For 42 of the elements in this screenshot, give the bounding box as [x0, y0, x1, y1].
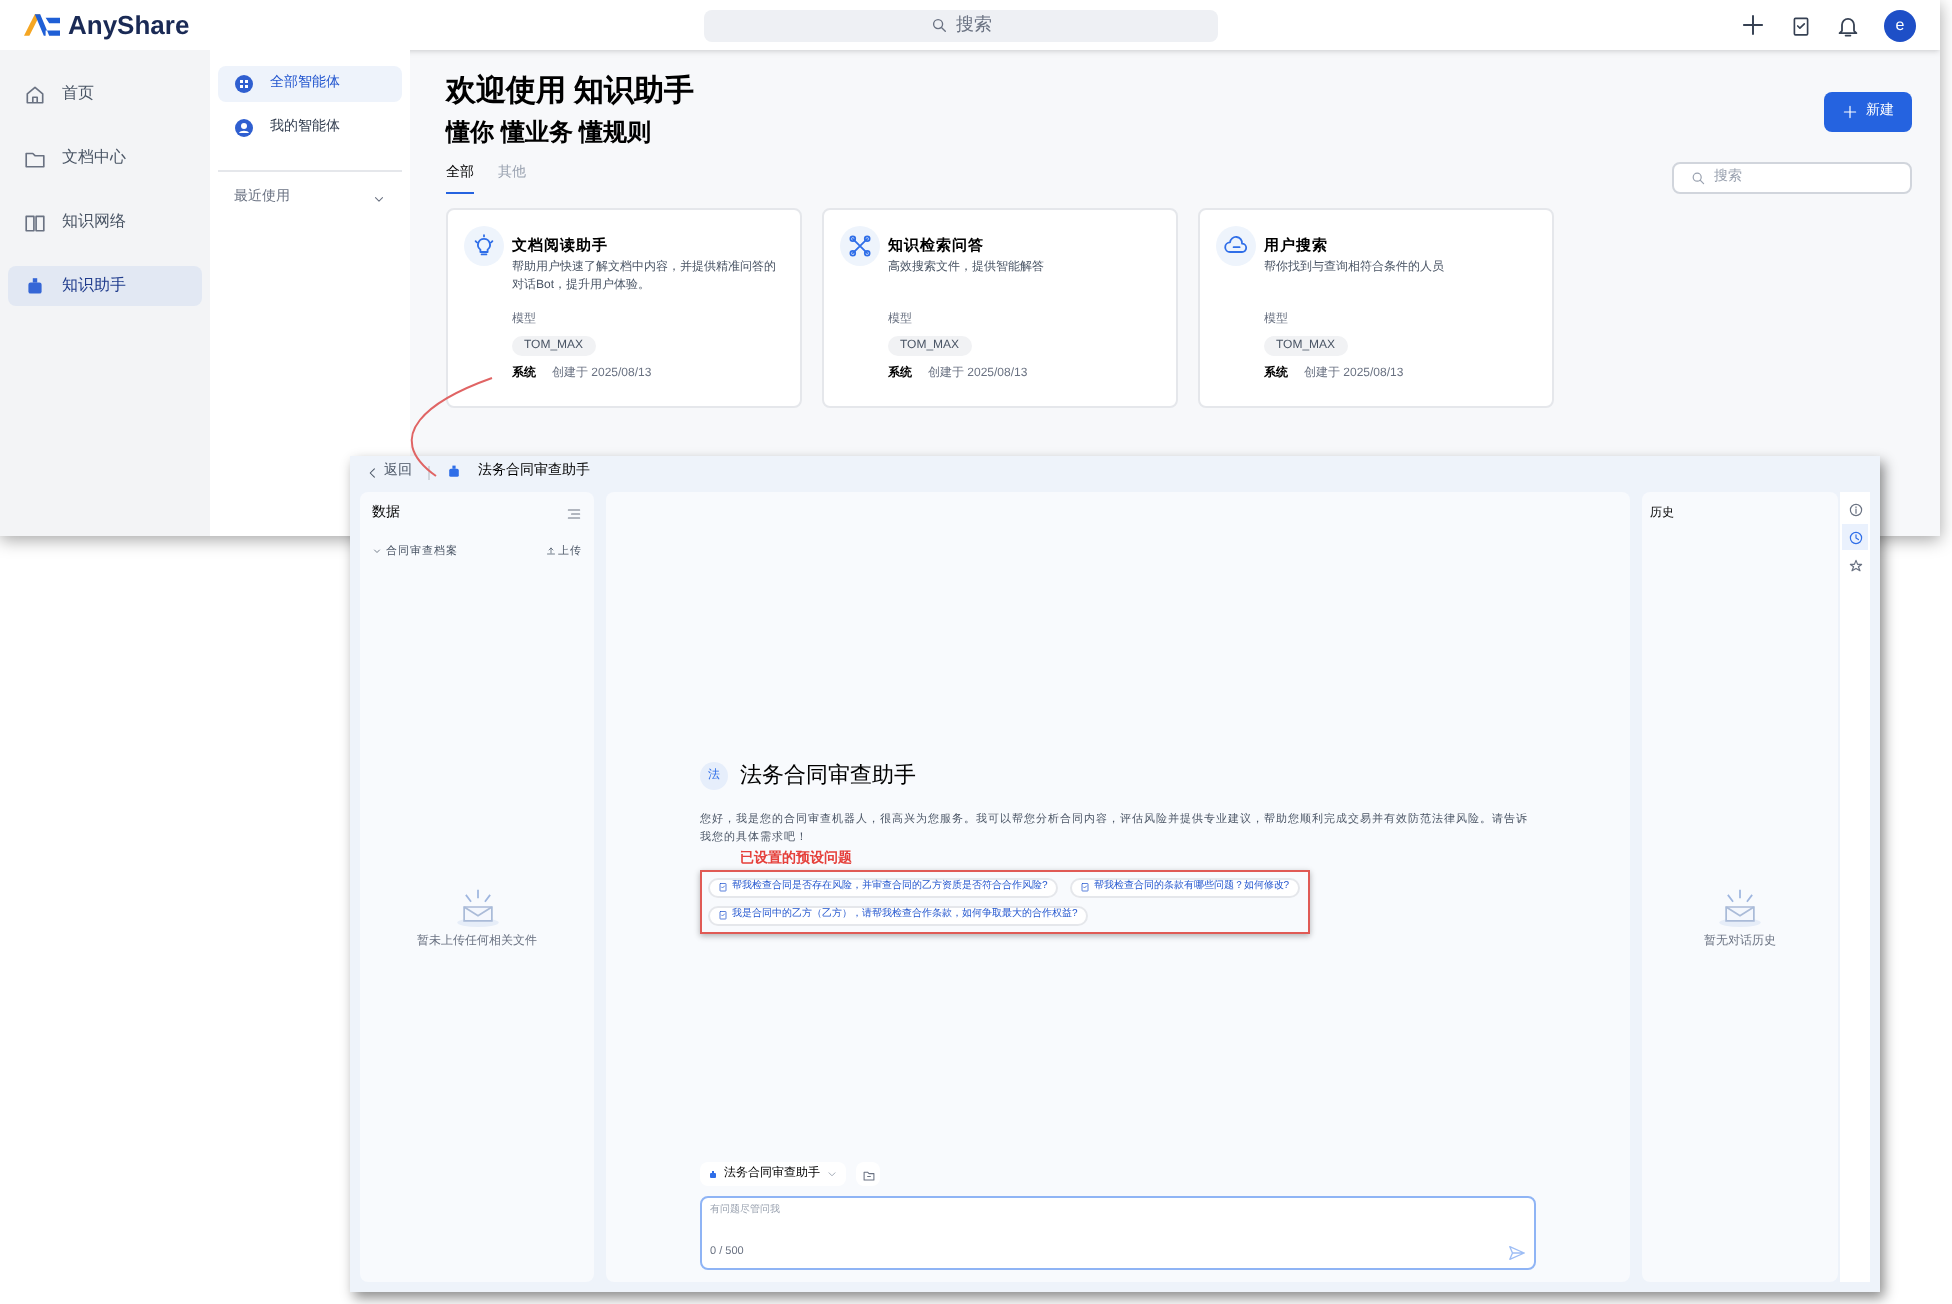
cloud-icon — [1224, 233, 1248, 258]
bell-icon — [1836, 13, 1860, 37]
nav-item[interactable]: 首页 — [8, 74, 202, 114]
home-icon — [24, 83, 46, 105]
avatar[interactable]: e — [1884, 9, 1916, 41]
search-placeholder: 搜索 — [956, 11, 992, 38]
assistant-title: 法务合同审查助手 — [740, 761, 916, 792]
back-icon — [366, 465, 380, 479]
chevron-icon — [372, 191, 386, 206]
search-icon — [1690, 169, 1706, 186]
folder-icon — [861, 1167, 875, 1181]
welcome-heading: 欢迎使用 知识助手 — [446, 74, 695, 112]
grid-icon — [234, 74, 254, 94]
search-field[interactable]: 搜索 — [704, 9, 1218, 41]
clock-icon — [1847, 529, 1863, 545]
caret-icon — [372, 546, 382, 557]
attach-button[interactable] — [856, 1162, 880, 1186]
slogan: 懂你 懂业务 懂规则 — [446, 115, 654, 150]
nav-item[interactable]: 知识网络 — [8, 202, 202, 242]
lightbulb-icon — [472, 233, 496, 258]
star-icon — [1847, 557, 1863, 573]
sidebar-tab[interactable] — [1842, 524, 1868, 550]
menu-icon — [566, 506, 582, 523]
empty-inbox-icon — [1714, 886, 1766, 928]
search-icon — [930, 16, 948, 34]
plus-icon — [1740, 12, 1766, 38]
chevron-icon — [826, 1168, 838, 1180]
upload-icon — [546, 546, 556, 557]
logo-icon — [24, 14, 60, 36]
empty-inbox-icon — [451, 886, 503, 928]
info-icon — [1847, 501, 1863, 517]
plus-icon — [1842, 104, 1858, 120]
send-icon — [1508, 1244, 1526, 1262]
folder-icon — [24, 147, 46, 169]
leader-line — [410, 377, 493, 477]
network-icon — [848, 233, 872, 258]
clipboard-icon — [1790, 13, 1812, 37]
user-icon — [234, 118, 254, 138]
brand-name: AnyShare — [68, 7, 190, 44]
nav-item[interactable]: 文档中心 — [8, 138, 202, 178]
nav-item[interactable]: 知识助手 — [8, 266, 202, 306]
book-icon — [24, 211, 46, 233]
